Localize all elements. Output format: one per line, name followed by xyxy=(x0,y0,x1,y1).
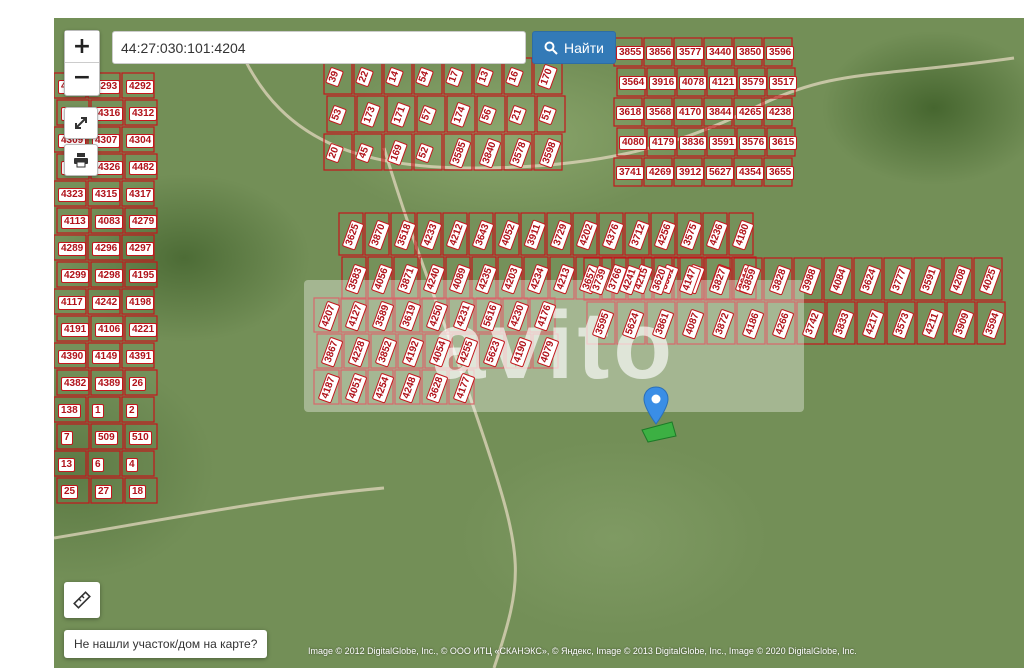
parcel-label: 4269 xyxy=(646,166,675,180)
search-button[interactable]: Найти xyxy=(532,31,616,64)
parcel-label: 3615 xyxy=(769,136,798,150)
parcel-label: 4149 xyxy=(92,349,121,364)
parcel-label: 3591 xyxy=(709,136,738,150)
parcel-label: 4298 xyxy=(95,268,124,283)
parcel-label: 3576 xyxy=(739,136,768,150)
parcel-label: 4312 xyxy=(129,106,158,121)
parcel-label: 4323 xyxy=(58,187,87,202)
parcel-label: 27 xyxy=(95,484,113,499)
zoom-in-button[interactable]: + xyxy=(65,31,99,62)
parcel-label: 3850 xyxy=(736,46,765,60)
parcel-label: 18 xyxy=(129,484,147,499)
print-icon xyxy=(74,153,88,168)
parcel-label: 3836 xyxy=(679,136,708,150)
parcel-label: 4315 xyxy=(92,187,121,202)
parcel-label: 4292 xyxy=(126,79,155,94)
fullscreen-icon xyxy=(75,117,87,129)
parcel-label: 4279 xyxy=(129,214,158,229)
parcel-label: 3912 xyxy=(676,166,705,180)
fullscreen-button[interactable] xyxy=(64,107,98,139)
map-canvas[interactable]: avito 4120429342924244431643124309430743… xyxy=(54,18,1024,668)
parcel-label: 4326 xyxy=(95,160,124,175)
zoom-control: + − xyxy=(64,30,100,96)
parcel-label: 4297 xyxy=(126,241,155,256)
parcel-label: 3579 xyxy=(739,76,768,90)
parcel-label: 4221 xyxy=(129,322,158,337)
not-found-button[interactable]: Не нашли участок/дом на карте? xyxy=(64,630,268,658)
parcel-label: 4113 xyxy=(61,214,89,229)
parcel-label: 1 xyxy=(92,403,104,418)
parcel-label: 2 xyxy=(126,403,138,418)
parcel-label: 3564 xyxy=(619,76,648,90)
parcel-label: 4195 xyxy=(129,268,158,283)
parcel-label: 6 xyxy=(92,457,104,472)
cadastral-search-input[interactable] xyxy=(112,31,526,64)
parcel-label: 4083 xyxy=(95,214,124,229)
parcel-label: 5627 xyxy=(706,166,735,180)
parcel-label: 138 xyxy=(58,403,81,418)
parcel-label: 3618 xyxy=(616,106,645,120)
ruler-button[interactable] xyxy=(64,582,100,618)
parcel-label: 3517 xyxy=(769,76,798,90)
parcel-label: 26 xyxy=(129,376,147,391)
parcel-label: 3440 xyxy=(706,46,735,60)
parcel-label: 7 xyxy=(61,430,73,445)
parcel-label: 509 xyxy=(95,430,118,445)
parcel-label: 3577 xyxy=(676,46,705,60)
print-button[interactable] xyxy=(64,144,98,176)
parcel-label: 4242 xyxy=(92,295,121,310)
parcel-label: 4121 xyxy=(709,76,738,90)
parcel-label: 3655 xyxy=(766,166,795,180)
parcel-label: 4170 xyxy=(676,106,705,120)
parcel-label: 4080 xyxy=(619,136,648,150)
parcel-label: 4391 xyxy=(126,349,155,364)
zoom-out-button[interactable]: − xyxy=(65,62,99,93)
parcel-label: 3855 xyxy=(616,46,645,60)
parcel-label: 4238 xyxy=(766,106,795,120)
parcel-label: 4289 xyxy=(58,241,87,256)
parcel-label: 3916 xyxy=(649,76,678,90)
parcel-label: 4117 xyxy=(58,295,86,310)
parcel-label: 510 xyxy=(129,430,152,445)
parcel-label: 3596 xyxy=(766,46,795,60)
parcel-label: 4265 xyxy=(736,106,765,120)
parcel-label: 4198 xyxy=(126,295,155,310)
parcel-label: 4078 xyxy=(679,76,708,90)
parcel-label: 3741 xyxy=(616,166,645,180)
parcel-label: 13 xyxy=(58,457,76,472)
parcel-label: 4482 xyxy=(129,160,158,175)
parcel-label: 4179 xyxy=(649,136,678,150)
parcel-label: 4316 xyxy=(95,106,124,121)
search-icon xyxy=(544,41,558,55)
parcel-label: 4 xyxy=(126,457,138,472)
parcel-label: 4106 xyxy=(95,322,124,337)
parcel-label: 4354 xyxy=(736,166,765,180)
parcel-label: 4382 xyxy=(61,376,90,391)
parcel-label: 4191 xyxy=(61,322,90,337)
parcel-label: 4296 xyxy=(92,241,121,256)
parcel-label: 4390 xyxy=(58,349,87,364)
parcel-label: 4317 xyxy=(126,187,155,202)
map-attribution: Image © 2012 DigitalGlobe, Inc., © ООО И… xyxy=(308,646,857,656)
parcel-label: 4304 xyxy=(126,133,155,148)
search-button-label: Найти xyxy=(564,39,604,56)
parcel-label: 3844 xyxy=(706,106,735,120)
parcel-label: 3856 xyxy=(646,46,675,60)
location-pin-icon xyxy=(643,386,669,425)
parcel-label: 3568 xyxy=(646,106,675,120)
parcel-label: 4299 xyxy=(61,268,90,283)
parcel-label: 4389 xyxy=(95,376,124,391)
ruler-icon xyxy=(73,591,91,609)
parcel-label: 25 xyxy=(61,484,79,499)
